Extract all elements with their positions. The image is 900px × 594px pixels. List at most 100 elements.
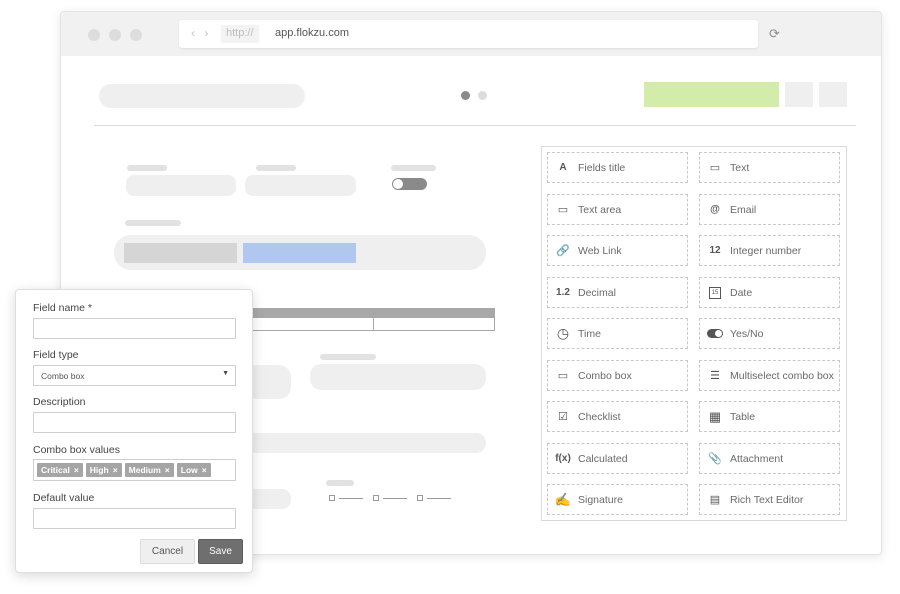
value-tag[interactable]: Low ×	[176, 463, 211, 477]
fields-title-icon: A	[559, 162, 567, 173]
field-name-input[interactable]	[33, 318, 236, 339]
clock-icon: ◷	[556, 325, 570, 341]
combo-box-icon: ▭	[557, 370, 569, 382]
field-type-label: Signature	[578, 493, 623, 506]
paperclip-icon: 📎	[708, 453, 722, 465]
calendar-icon: 15	[700, 286, 730, 299]
window-minimize-dot[interactable]	[109, 29, 121, 41]
pager-dot[interactable]	[478, 91, 487, 100]
function-icon: f(x)	[555, 453, 571, 464]
field-type-label: Rich Text Editor	[730, 493, 804, 506]
tag-label: Low	[180, 465, 198, 475]
window-close-dot[interactable]	[88, 29, 100, 41]
tag-label: Medium	[128, 465, 161, 475]
default-value-input[interactable]	[33, 508, 236, 529]
field-type-selected: Combo box	[41, 371, 85, 381]
table-header-placeholder	[241, 308, 495, 318]
reload-icon[interactable]: ⟳	[769, 26, 780, 42]
field-type-calculated[interactable]: f(x) Calculated	[547, 443, 688, 474]
stepper-placeholder	[329, 495, 454, 503]
value-tag[interactable]: Critical ×	[37, 463, 83, 477]
nav-arrows-icon[interactable]: ‹ ›	[191, 26, 211, 40]
field-type-combo-box[interactable]: ▭ Combo box	[547, 360, 688, 391]
field-type-multiselect-combo-box[interactable]: ☰ Multiselect combo box	[699, 360, 840, 391]
pager-dot-active[interactable]	[461, 91, 470, 100]
rich-text-icon: ▤	[709, 494, 721, 506]
combo-values-input[interactable]: Critical × High × Medium × Low ×	[33, 459, 236, 481]
description-label: Description	[33, 396, 86, 408]
field-types-palette: A Fields title ▭ Text ▭ Text area @ Emai…	[541, 146, 847, 521]
field-type-yes-no[interactable]: Yes/No	[699, 318, 840, 349]
table-icon: ▦	[708, 408, 722, 424]
field-type-label: Calculated	[578, 452, 628, 465]
field-type-checklist[interactable]: ☑ Checklist	[547, 401, 688, 432]
field-type-label: Combo box	[578, 369, 632, 382]
field-type-attachment[interactable]: 📎 Attachment	[699, 443, 840, 474]
field-type-table[interactable]: ▦ Table	[699, 401, 840, 432]
title-placeholder	[99, 84, 305, 108]
field-config-dialog: Field name * Field type Combo box ▼ Desc…	[15, 289, 253, 573]
browser-chrome: ‹ › http:// app.flokzu.com ⟳	[61, 12, 881, 56]
input-placeholder	[126, 175, 236, 196]
field-type-fields-title[interactable]: A Fields title	[547, 152, 688, 183]
email-icon: @	[710, 204, 720, 215]
text-icon: ▭	[709, 162, 721, 174]
table-row-placeholder	[241, 318, 495, 331]
link-icon: 🔗	[556, 245, 570, 257]
field-type-text[interactable]: ▭ Text	[699, 152, 840, 183]
field-type-select[interactable]: Combo box ▼	[33, 365, 236, 386]
field-type-integer-number[interactable]: 12 Integer number	[699, 235, 840, 266]
url-text[interactable]: app.flokzu.com	[275, 27, 349, 39]
field-type-label: Web Link	[578, 244, 622, 257]
integer-icon: 12	[709, 245, 721, 256]
window-maximize-dot[interactable]	[130, 29, 142, 41]
field-type-label: Date	[730, 286, 753, 299]
field-type-label: Email	[730, 203, 757, 216]
field-type-label: Time	[578, 327, 601, 340]
address-bar[interactable]: ‹ › http:// app.flokzu.com	[179, 20, 758, 48]
field-type-label: Checklist	[578, 410, 621, 423]
remove-tag-icon[interactable]: ×	[202, 465, 207, 475]
secondary-action-placeholder[interactable]	[785, 82, 813, 107]
remove-tag-icon[interactable]: ×	[113, 465, 118, 475]
field-type-label: Attachment	[730, 452, 784, 465]
label-placeholder	[125, 220, 181, 226]
chevron-down-icon: ▼	[222, 370, 229, 377]
field-type-label: Text area	[578, 203, 622, 216]
remove-tag-icon[interactable]: ×	[74, 465, 79, 475]
field-type-time[interactable]: ◷ Time	[547, 318, 688, 349]
segment-gray	[124, 243, 237, 263]
checklist-icon: ☑	[558, 411, 568, 423]
field-type-decimal[interactable]: 1.2 Decimal	[547, 277, 688, 308]
decimal-icon: 1.2	[556, 287, 570, 298]
remove-tag-icon[interactable]: ×	[165, 465, 170, 475]
save-button[interactable]: Save	[198, 539, 243, 564]
field-type-rich-text-editor[interactable]: ▤ Rich Text Editor	[699, 484, 840, 515]
field-type-label: Text	[730, 161, 750, 174]
description-input[interactable]	[33, 412, 236, 433]
text-area-icon: ▭	[557, 204, 569, 216]
input-placeholder	[245, 175, 356, 196]
input-placeholder	[310, 364, 486, 390]
field-type-email[interactable]: @ Email	[699, 194, 840, 225]
label-placeholder	[391, 165, 436, 171]
default-value-label: Default value	[33, 492, 95, 504]
field-type-signature[interactable]: ✍ Signature	[547, 484, 688, 515]
field-type-web-link[interactable]: 🔗 Web Link	[547, 235, 688, 266]
field-type-text-area[interactable]: ▭ Text area	[547, 194, 688, 225]
input-placeholder	[246, 433, 486, 453]
label-placeholder	[127, 165, 167, 171]
field-type-date[interactable]: 15 Date	[699, 277, 840, 308]
field-type-label: Yes/No	[730, 327, 764, 340]
signature-icon: ✍	[554, 491, 572, 507]
url-protocol: http://	[221, 25, 259, 43]
value-tag[interactable]: Medium ×	[124, 463, 174, 477]
value-tag[interactable]: High ×	[85, 463, 122, 477]
field-type-label: Multiselect combo box	[730, 369, 834, 382]
field-type-label: Fields title	[578, 161, 626, 174]
label-placeholder	[256, 165, 296, 171]
cancel-button[interactable]: Cancel	[140, 539, 195, 564]
field-type-label: Table	[730, 410, 756, 423]
tertiary-action-placeholder[interactable]	[819, 82, 847, 107]
primary-action-placeholder[interactable]	[644, 82, 779, 107]
